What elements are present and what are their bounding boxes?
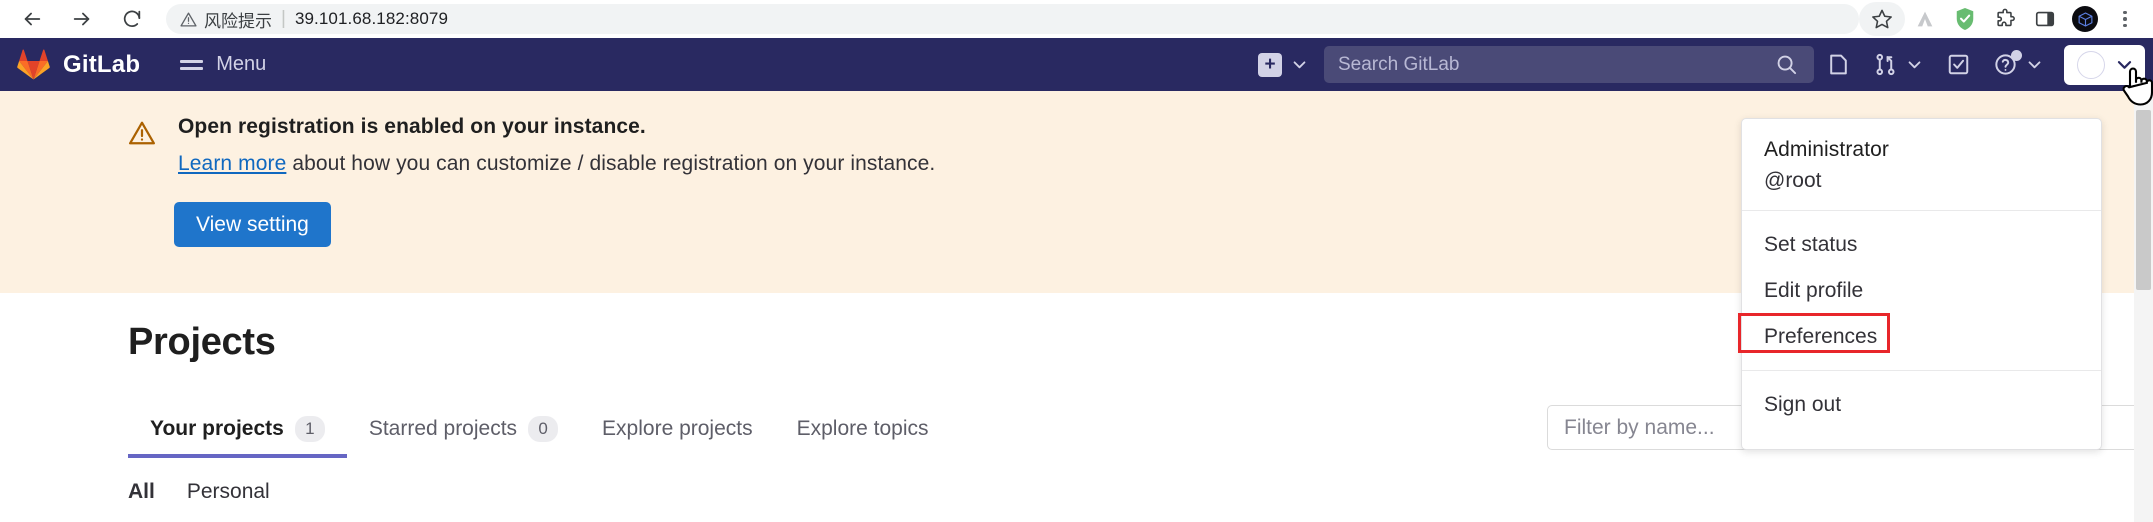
dropdown-user-info: Administrator @root (1742, 119, 2101, 211)
browser-window: 风险提示 | 39.101.68.182:8079 GitLab Menu + … (0, 0, 2153, 522)
navbar-right: + Search GitLab (1258, 38, 2153, 106)
alert-description: Learn more about how you can customize /… (178, 152, 935, 176)
todos-button[interactable] (1934, 38, 1982, 91)
warning-triangle-icon (128, 121, 156, 145)
search-icon[interactable] (1758, 46, 1814, 83)
merge-request-icon (1876, 53, 1895, 76)
view-setting-button[interactable]: View setting (174, 202, 331, 247)
browser-toolbar: 风险提示 | 39.101.68.182:8079 (0, 0, 2153, 38)
tab-count-badge: 0 (528, 416, 559, 442)
tab-label: Starred projects (368, 417, 518, 440)
question-circle-icon (1993, 50, 2022, 77)
scroll-up-arrow-icon[interactable] (2134, 91, 2153, 110)
star-icon[interactable] (1859, 2, 1905, 36)
security-warning[interactable]: 风险提示 (180, 7, 272, 32)
search-placeholder: Search GitLab (1338, 53, 1460, 75)
subtab-personal[interactable]: Personal (187, 480, 296, 504)
alert-title: Open registration is enabled on your ins… (178, 115, 646, 138)
issues-button[interactable] (1814, 38, 1862, 91)
address-separator: | (281, 8, 286, 29)
gitlab-navbar: GitLab Menu + Search GitLab (0, 38, 2153, 106)
projects-subtabs: All Personal (128, 480, 2153, 504)
filter-placeholder: Filter by name... (1564, 415, 1715, 439)
navigation-buttons (0, 3, 154, 35)
chevron-down-icon (1293, 61, 1306, 69)
tab-explore-projects[interactable]: Explore projects (580, 417, 775, 457)
tab-label: Explore projects (602, 417, 753, 440)
menu-item-label: Preferences (1764, 325, 1878, 348)
reload-icon[interactable] (110, 3, 154, 35)
chevron-down-icon (2117, 61, 2132, 69)
tab-your-projects[interactable]: Your projects 1 (128, 416, 347, 458)
new-item-button[interactable]: + (1258, 52, 1308, 77)
back-arrow-icon[interactable] (10, 3, 54, 35)
main-menu-label: Menu (216, 53, 267, 75)
help-button[interactable] (1982, 38, 2054, 91)
dropdown-items: Set status Edit profile Preferences Sign… (1738, 211, 2101, 449)
gitlab-brand[interactable]: GitLab (0, 49, 140, 80)
dropdown-username: @root (1764, 169, 1822, 192)
page-scrollbar[interactable] (2134, 91, 2153, 522)
issues-icon (1829, 54, 1847, 75)
tab-label: Your projects (150, 417, 284, 440)
tab-label: Explore topics (796, 417, 929, 440)
security-warning-label: 风险提示 (204, 11, 272, 31)
mountain-icon[interactable] (1905, 2, 1945, 36)
browser-extension-icons (1859, 2, 2153, 36)
tab-count-badge: 1 (294, 416, 325, 442)
chevron-down-icon (2028, 61, 2041, 69)
tab-explore-topics[interactable]: Explore topics (775, 417, 951, 457)
forward-arrow-icon[interactable] (60, 3, 104, 35)
search-input[interactable]: Search GitLab (1324, 46, 1814, 83)
menu-item-sign-out[interactable]: Sign out (1742, 382, 2101, 428)
menu-item-set-status[interactable]: Set status (1742, 222, 2101, 268)
plus-square-icon: + (1258, 52, 1282, 77)
tab-starred-projects[interactable]: Starred projects 0 (347, 416, 580, 458)
scrollbar-thumb[interactable] (2136, 110, 2151, 290)
gitlab-brand-label: GitLab (63, 50, 141, 78)
alert-description-text: about how you can customize / disable re… (286, 152, 936, 175)
user-dropdown-menu: Administrator @root Set status Edit prof… (1738, 118, 2102, 450)
adguard-shield-icon[interactable] (1945, 2, 1985, 36)
notification-dot (2011, 50, 2022, 61)
browser-menu-icon[interactable] (2105, 2, 2145, 36)
menu-item-preferences[interactable]: Preferences (1738, 313, 2101, 360)
gitlab-tanuki-icon (17, 49, 50, 80)
todo-checkbox-icon (1948, 54, 1968, 75)
user-avatar-icon (2077, 50, 2105, 79)
learn-more-link[interactable]: Learn more (178, 152, 286, 175)
puzzle-extensions-icon[interactable] (1985, 2, 2025, 36)
chevron-down-icon (1908, 61, 1921, 69)
user-avatar-button[interactable] (2064, 44, 2153, 106)
subtab-all[interactable]: All (128, 480, 187, 504)
dropdown-user-name: Administrator (1764, 138, 1890, 161)
side-panel-icon[interactable] (2025, 2, 2065, 36)
hamburger-icon (180, 59, 204, 70)
profile-avatar-icon[interactable] (2065, 2, 2105, 36)
merge-requests-button[interactable] (1862, 38, 1934, 91)
url-text: 39.101.68.182:8079 (294, 9, 448, 28)
main-menu-button[interactable]: Menu (180, 53, 266, 76)
address-bar[interactable]: 风险提示 | 39.101.68.182:8079 (166, 4, 1859, 34)
menu-item-edit-profile[interactable]: Edit profile (1742, 268, 2101, 314)
